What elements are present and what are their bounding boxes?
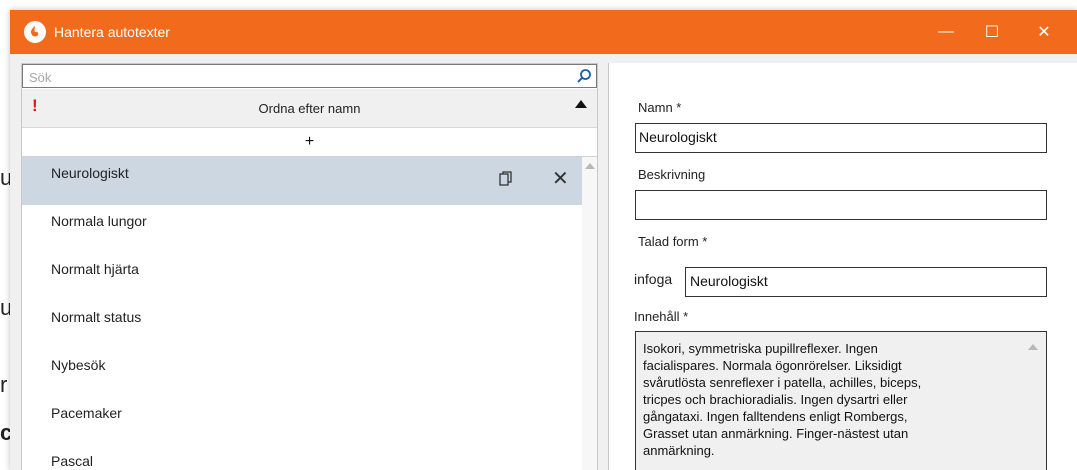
list-item[interactable]: Normala lungor	[22, 205, 582, 253]
list-item[interactable]: Normalt status	[22, 301, 582, 349]
close-button[interactable]: ✕	[1021, 10, 1067, 54]
content-label: Innehåll *	[634, 309, 689, 324]
app-logo-icon	[24, 21, 46, 43]
list-item[interactable]: Normalt hjärta	[22, 253, 582, 301]
search-icon[interactable]	[576, 68, 592, 84]
maximize-button[interactable]: ☐	[969, 10, 1015, 54]
background-text-fragment: c	[0, 420, 10, 445]
list-item[interactable]: Pascal	[22, 445, 582, 470]
content-line: tricpes och brachioradialis. Ingen dysar…	[643, 392, 908, 407]
description-label: Beskrivning	[638, 167, 706, 182]
list-item-label: Pascal	[51, 453, 94, 469]
delete-icon[interactable]: ✕	[552, 166, 569, 192]
sort-ascending-icon[interactable]	[575, 100, 587, 108]
name-field[interactable]: Neurologiskt	[635, 123, 1047, 153]
list-item-label: Normalt status	[51, 309, 142, 325]
autotext-list: Neurologiskt ✕ Normala lungor Normalt hj…	[22, 157, 582, 470]
content-scroll-up-icon[interactable]	[1028, 344, 1038, 350]
name-label: Namn *	[638, 100, 682, 115]
background-text-fragment: r	[0, 372, 8, 397]
add-autotext-button[interactable]: +	[22, 128, 597, 157]
spoken-form-field[interactable]: Neurologiskt	[685, 267, 1047, 297]
autotext-list-panel: ! Ordna efter namn + Neurologiskt ✕ Norm…	[21, 63, 598, 470]
background-text-fragment: u	[0, 295, 10, 320]
sort-label: Ordna efter namn	[258, 101, 361, 116]
list-item-label: Normala lungor	[51, 213, 147, 229]
content-line: facialispares. Normala ögonrörelser. Lik…	[643, 358, 902, 373]
list-item[interactable]: Nybesök	[22, 349, 582, 397]
search-input[interactable]	[27, 67, 571, 87]
sort-header[interactable]: ! Ordna efter namn	[22, 89, 597, 128]
title-bar[interactable]: Hantera autotexter — ☐ ✕	[10, 10, 1077, 54]
manage-autotexts-dialog: Hantera autotexter — ☐ ✕ ! Ordna efter n…	[10, 10, 1077, 470]
autotext-edit-panel: Namn * Neurologiskt Beskrivning Talad fo…	[608, 63, 1077, 470]
content-line: svårutlösta senreflexer i patella, achil…	[643, 375, 922, 390]
list-item-label: Pacemaker	[51, 405, 122, 421]
background-text-fragment: u	[0, 165, 10, 190]
list-scrollbar[interactable]	[582, 157, 597, 470]
list-item-label: Neurologiskt	[51, 165, 129, 181]
scroll-up-icon[interactable]	[585, 163, 595, 169]
search-box	[22, 64, 597, 88]
spoken-prefix: infoga	[634, 271, 673, 287]
window-title: Hantera autotexter	[54, 24, 170, 40]
content-line: Grasset utan anmärkning. Finger-nästest …	[643, 426, 909, 441]
list-item-label: Normalt hjärta	[51, 261, 139, 277]
content-line: anmärkning.	[643, 443, 715, 458]
minimize-button[interactable]: —	[923, 10, 969, 54]
copy-icon[interactable]	[499, 171, 513, 187]
description-field[interactable]	[635, 190, 1047, 220]
spoken-form-label: Talad form *	[638, 234, 708, 249]
content-line: gångataxi. Ingen falltendens enligt Romb…	[643, 409, 908, 424]
content-line: Isokori, symmetriska pupillreflexer. Ing…	[643, 341, 878, 356]
list-item[interactable]: Pacemaker	[22, 397, 582, 445]
list-item-label: Nybesök	[51, 357, 106, 373]
close-icon: ✕	[1037, 24, 1051, 41]
minimize-icon: —	[938, 23, 954, 40]
list-item[interactable]: Neurologiskt ✕	[22, 157, 582, 205]
maximize-icon: ☐	[984, 24, 1000, 41]
content-textarea[interactable]: Isokori, symmetriska pupillreflexer. Ing…	[635, 331, 1047, 470]
